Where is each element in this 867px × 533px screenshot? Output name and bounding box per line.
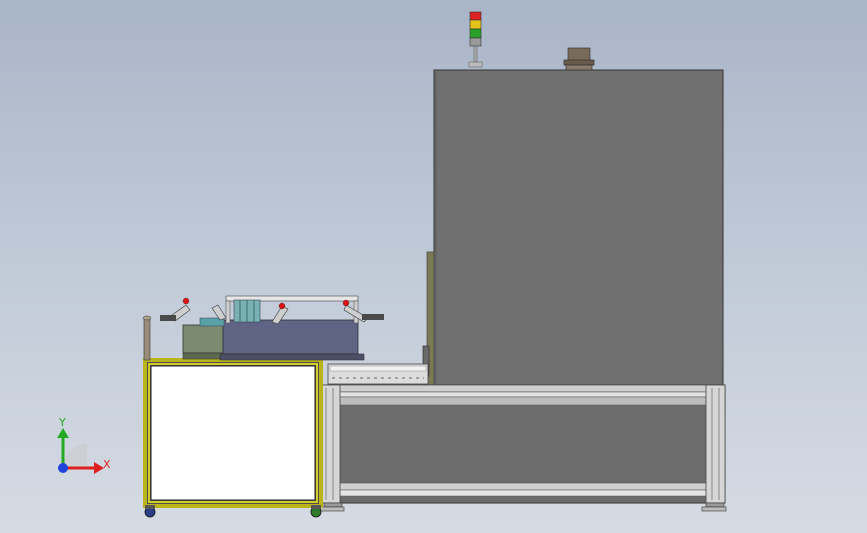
enclosure-cabinet	[422, 69, 724, 386]
cad-viewport[interactable]: Y X	[0, 0, 867, 533]
exhaust-pipe	[563, 47, 595, 71]
tooling-fixture	[142, 295, 384, 361]
aluminium-base-frame	[319, 384, 727, 512]
transfer-conveyor	[327, 363, 429, 385]
triad-y-label: Y	[58, 416, 66, 429]
coordinate-triad: Y X	[57, 416, 111, 474]
triad-x-label: X	[103, 458, 111, 471]
z-axis-icon	[58, 463, 68, 473]
stack-light	[468, 11, 483, 68]
model-canvas[interactable]: Y X	[0, 0, 867, 533]
workbench-frame	[143, 358, 323, 518]
